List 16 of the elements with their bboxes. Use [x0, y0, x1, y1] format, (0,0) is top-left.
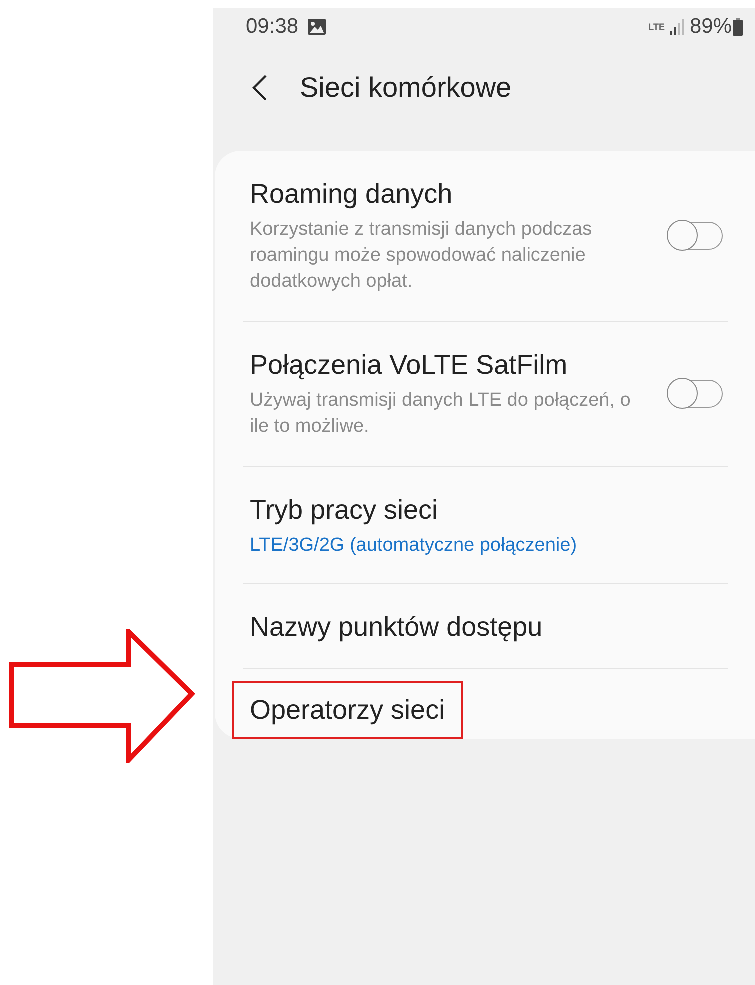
toggle-switch[interactable] [668, 380, 723, 408]
arrow-icon [9, 629, 195, 763]
setting-title[interactable]: Nazwy punktów dostępu [232, 598, 561, 656]
signal-icon [668, 19, 685, 35]
network-type: LTE [648, 22, 665, 32]
setting-description: Używaj transmisji danych LTE do połączeń, o ile to możliwe. [250, 389, 632, 439]
page-title: Sieci komórkowe [300, 72, 512, 104]
setting-description: Korzystanie z transmisji danych podczas roamingu może spowodować naliczenie dodatkowych opłat. [250, 218, 594, 294]
setting-value: LTE/3G/2G (automatyczne połączenie) [250, 534, 578, 558]
battery-percentage: 89% [690, 15, 732, 39]
toggle-switch[interactable] [668, 222, 723, 250]
setting-title[interactable]: Operatorzy sieci [232, 681, 464, 739]
back-icon[interactable] [252, 74, 268, 102]
battery-icon [733, 18, 743, 36]
image-icon [308, 19, 326, 35]
clock: 09:38 [246, 15, 299, 39]
